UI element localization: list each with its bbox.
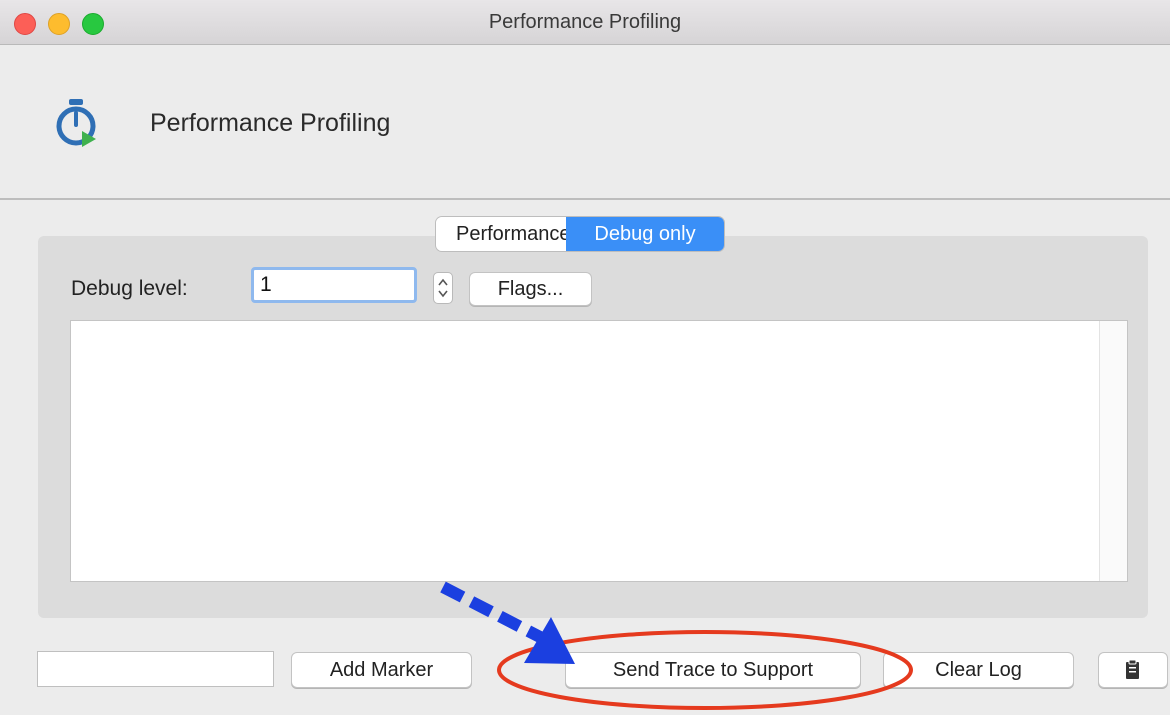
add-marker-button[interactable]: Add Marker [291, 652, 472, 688]
copy-log-button[interactable] [1098, 652, 1168, 688]
header-divider [0, 198, 1170, 200]
clipboard-copy-icon [1126, 659, 1139, 679]
mode-segmented-control: Performance Debug only [436, 217, 724, 251]
debug-level-stepper[interactable] [433, 272, 453, 304]
page-title: Performance Profiling [150, 109, 391, 137]
debug-level-input[interactable]: 1 [251, 267, 417, 303]
tab-performance[interactable]: Performance [436, 217, 571, 251]
tab-debug-only[interactable]: Debug only [566, 217, 724, 251]
clear-log-button[interactable]: Clear Log [883, 652, 1074, 688]
debug-level-label: Debug level: [71, 277, 188, 300]
window-title: Performance Profiling [488, 11, 682, 33]
title-bar: Performance Profiling [0, 0, 1170, 45]
log-scrollbar[interactable] [1099, 321, 1127, 581]
stepper-arrows-icon [438, 278, 448, 298]
send-trace-to-support-button[interactable]: Send Trace to Support [565, 652, 861, 688]
stopwatch-play-icon [56, 99, 96, 147]
marker-text-field[interactable] [37, 651, 274, 687]
profiling-window: Performance Profiling Performance Profil… [0, 0, 1170, 715]
log-output[interactable] [70, 320, 1128, 582]
flags-button[interactable]: Flags... [469, 272, 592, 306]
header: Performance Profiling [0, 45, 1170, 199]
